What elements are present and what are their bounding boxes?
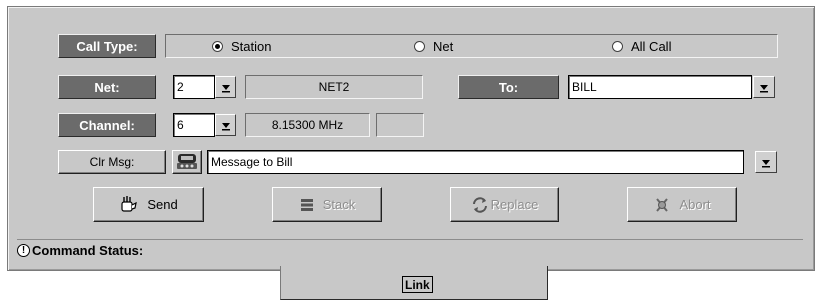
- radio-button-icon: [612, 41, 623, 52]
- to-select[interactable]: BILL: [568, 75, 752, 99]
- dropdown-arrow-icon: [221, 122, 230, 130]
- radio-station[interactable]: Station: [212, 39, 271, 54]
- main-panel: Call Type: Station Net All Call Net: 2 N…: [7, 6, 815, 271]
- message-input[interactable]: Message to Bill: [207, 150, 744, 174]
- dropdown-arrow-icon: [221, 84, 230, 92]
- link-tab-label: Link: [402, 276, 433, 293]
- net-select[interactable]: 2: [173, 75, 215, 99]
- channel-extra-display: [376, 113, 424, 137]
- radio-operator-icon: [177, 154, 197, 169]
- stack-label: Stack: [322, 197, 356, 212]
- radio-button-icon: [212, 41, 223, 52]
- call-type-group: Station Net All Call: [165, 34, 778, 58]
- radio-station-label: Station: [231, 39, 272, 54]
- radio-all-call-label: All Call: [631, 39, 672, 54]
- abort-icon: [656, 197, 669, 212]
- send-button[interactable]: Send: [93, 187, 204, 222]
- radio-net-label: Net: [433, 39, 454, 54]
- abort-label: Abort: [679, 197, 711, 212]
- dropdown-arrow-icon: [762, 159, 770, 167]
- to-value: BILL: [572, 80, 597, 94]
- channel-label: Channel:: [58, 113, 156, 137]
- replace-arrows-icon: [472, 196, 487, 213]
- clear-message-label: Clr Msg:: [89, 155, 135, 169]
- send-hand-icon: [121, 195, 138, 212]
- net-value: 2: [177, 80, 184, 94]
- message-template-button[interactable]: [172, 150, 202, 174]
- channel-value: 6: [177, 118, 184, 132]
- exclamation-icon: !: [17, 244, 30, 257]
- message-value: Message to Bill: [211, 155, 293, 169]
- stack-button[interactable]: Stack: [272, 187, 382, 222]
- send-label: Send: [147, 197, 178, 212]
- to-dropdown-button[interactable]: [753, 76, 775, 98]
- stack-icon: [300, 198, 313, 211]
- replace-button[interactable]: Replace: [450, 187, 559, 222]
- clear-message-button[interactable]: Clr Msg:: [58, 150, 166, 174]
- radio-net[interactable]: Net: [414, 39, 453, 54]
- to-label: To:: [458, 75, 559, 99]
- radio-button-icon: [414, 41, 425, 52]
- channel-dropdown-button[interactable]: [215, 114, 236, 136]
- net-dropdown-button[interactable]: [215, 76, 236, 98]
- message-dropdown-button[interactable]: [755, 151, 777, 173]
- net-label: Net:: [58, 75, 156, 99]
- abort-button[interactable]: Abort: [627, 187, 737, 222]
- dropdown-arrow-icon: [760, 84, 768, 92]
- channel-select[interactable]: 6: [173, 113, 215, 137]
- replace-label: Replace: [490, 197, 539, 212]
- frequency-display: 8.15300 MHz: [245, 113, 370, 137]
- net-name-display: NET2: [245, 75, 423, 99]
- command-status-bar: ! Command Status:: [17, 239, 803, 261]
- command-status-label: Command Status:: [32, 243, 144, 258]
- call-type-label: Call Type:: [58, 34, 156, 58]
- radio-all-call[interactable]: All Call: [612, 39, 671, 54]
- link-tab[interactable]: Link: [280, 266, 548, 300]
